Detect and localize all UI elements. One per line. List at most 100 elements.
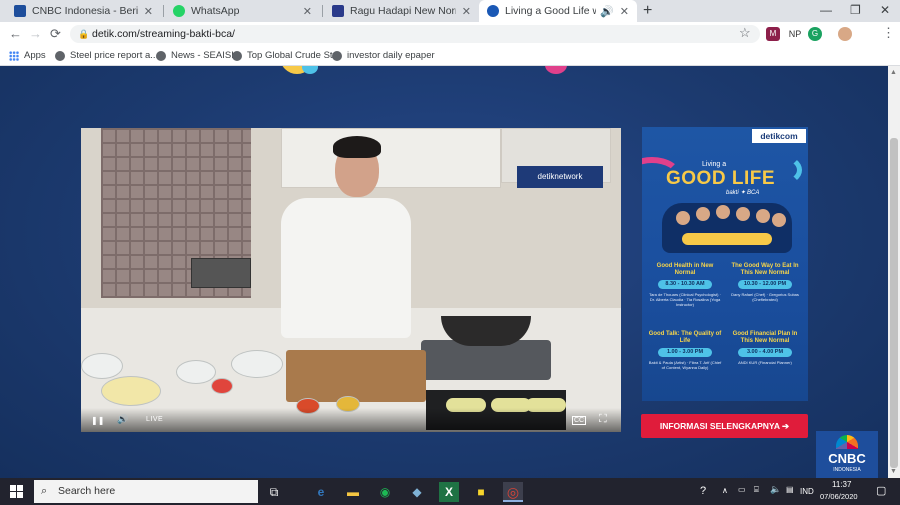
notification-icon[interactable]: ▢ xyxy=(876,484,886,497)
start-button[interactable] xyxy=(10,485,23,498)
back-button[interactable]: ← xyxy=(9,26,22,41)
cnbc-subtitle: INDONESIA xyxy=(833,467,861,473)
session-good-health: Good Health in New Normal 8.30 - 10.30 A… xyxy=(648,263,722,307)
poster-ribbon xyxy=(682,233,772,245)
extension-g-icon[interactable]: G xyxy=(808,27,822,41)
reload-button[interactable]: ⟳ xyxy=(50,26,61,42)
bookmark-label: Top Global Crude St... xyxy=(247,50,341,61)
cnbc-wordmark: CNBC xyxy=(828,451,866,466)
tab-whatsapp[interactable]: WhatsApp ✕ xyxy=(165,0,320,22)
bookmark-investor-daily[interactable]: investor daily epaper xyxy=(332,50,435,61)
web-page: detiknetwork ❚❚ 🔊 LIVE CC ⛶ detikcom Liv… xyxy=(0,66,888,478)
session-good-way-to-eat: The Good Way to Eat In This New Normal 1… xyxy=(728,263,802,302)
show-hidden-icons[interactable]: ∧ xyxy=(722,486,728,495)
volume-tray-icon[interactable]: 🔈 xyxy=(770,484,781,495)
page-scrollbar[interactable]: ▲ ▼ xyxy=(888,66,900,478)
app-icon[interactable]: ◆ xyxy=(407,482,427,502)
volume-icon[interactable]: 🔊 xyxy=(117,414,128,425)
video-scene-bowl xyxy=(211,378,233,394)
network-icon[interactable]: ⌸ xyxy=(754,485,759,495)
fullscreen-icon[interactable]: ⛶ xyxy=(599,413,607,426)
session-title: The Good Way to Eat In This New Normal xyxy=(731,263,799,276)
video-scene-chef xyxy=(281,198,411,338)
scroll-up-icon[interactable]: ▲ xyxy=(890,69,897,76)
forward-button[interactable]: → xyxy=(29,26,42,41)
clock-time[interactable]: 11:37 xyxy=(832,480,851,489)
browser-menu-icon[interactable]: ⋮ xyxy=(882,25,895,41)
video-scene-bowl xyxy=(231,350,283,378)
event-poster[interactable]: detikcom Living a GOOD LIFE bakti ✦ BCA … xyxy=(642,127,808,401)
news-favicon-icon xyxy=(332,5,344,17)
clock-date[interactable]: 07/06/2020 xyxy=(820,492,858,501)
bookmark-crude-steel[interactable]: Top Global Crude St... xyxy=(232,50,340,61)
session-speakers: Tara de Thouars (Clinical Psychologist) … xyxy=(649,292,721,307)
address-bar[interactable]: 🔒 detik.com/streaming-bakti-bca/ xyxy=(70,25,760,43)
speaker-avatar xyxy=(772,213,786,227)
speaker-avatar xyxy=(676,211,690,225)
excel-icon[interactable]: X xyxy=(439,482,459,502)
browser-toolbar: ← → ⟳ 🔒 detik.com/streaming-bakti-bca/ ☆… xyxy=(0,22,900,46)
audio-playing-icon[interactable]: 🔊 xyxy=(600,5,614,18)
bookmark-seaisi[interactable]: News - SEAISI xyxy=(156,50,234,61)
tab-strip: CNBC Indonesia - Berita Ekonom ✕ WhatsAp… xyxy=(0,0,900,22)
globe-icon xyxy=(332,50,342,61)
new-tab-button[interactable]: + xyxy=(643,2,652,20)
url-text: detik.com/streaming-bakti-bca/ xyxy=(92,28,235,40)
video-player[interactable]: detiknetwork ❚❚ 🔊 LIVE CC ⛶ xyxy=(81,128,621,432)
bookmark-steel-price[interactable]: Steel price report a... xyxy=(55,50,158,61)
video-scene-bowl xyxy=(176,360,216,384)
taskbar-search-box[interactable]: ⌕ Search here xyxy=(34,480,258,503)
display-icon[interactable]: ▤ xyxy=(786,485,794,494)
pause-icon[interactable]: ❚❚ xyxy=(91,416,104,425)
poster-speakers-photo xyxy=(662,203,792,253)
more-info-button[interactable]: INFORMASI SELENGKAPNYA ➔ xyxy=(641,414,808,438)
scrollbar-thumb[interactable] xyxy=(890,138,898,468)
apps-grid-icon xyxy=(9,50,19,61)
profile-avatar[interactable] xyxy=(838,27,852,41)
chrome-icon[interactable]: ◎ xyxy=(503,482,523,502)
close-tab-icon[interactable]: ✕ xyxy=(144,5,153,18)
windows-taskbar: ⌕ Search here ⧉ e ▬ ◉ ◆ X ■ ◎ ? ∧ ▭ ⌸ 🔈 … xyxy=(0,478,900,505)
subtitles-icon[interactable]: CC xyxy=(572,416,587,425)
video-scene-stove xyxy=(421,340,551,380)
tab-cnbc[interactable]: CNBC Indonesia - Berita Ekonom ✕ xyxy=(6,0,161,22)
video-scene-board xyxy=(286,350,426,402)
extension-m-icon[interactable]: M xyxy=(766,27,780,41)
close-tab-icon[interactable]: ✕ xyxy=(620,5,629,18)
video-scene-oven xyxy=(191,258,251,288)
bookmark-apps[interactable]: Apps xyxy=(9,50,46,61)
search-placeholder: Search here xyxy=(58,485,116,497)
language-indicator[interactable]: IND xyxy=(800,487,814,496)
live-label: LIVE xyxy=(146,416,164,423)
scroll-down-icon[interactable]: ▼ xyxy=(890,468,897,475)
bookmark-label: investor daily epaper xyxy=(347,50,435,61)
bookmark-star-icon[interactable]: ☆ xyxy=(739,25,751,41)
bookmark-label: Steel price report a... xyxy=(70,50,159,61)
edge-icon[interactable]: e xyxy=(311,482,331,502)
tab-living-good-life[interactable]: Living a Good Life with Bakti 🔊 ✕ xyxy=(479,0,637,22)
tab-title: WhatsApp xyxy=(191,5,240,17)
close-tab-icon[interactable]: ✕ xyxy=(462,5,471,18)
session-good-financial-plan: Good Financial Plan In This New Normal 3… xyxy=(728,331,802,365)
task-view-icon[interactable]: ⧉ xyxy=(264,482,284,502)
nbc-peacock-icon xyxy=(836,435,858,449)
file-explorer-icon[interactable]: ▬ xyxy=(343,482,363,502)
extension-np-icon[interactable]: NP xyxy=(786,27,804,41)
cnbc-watermark: CNBC INDONESIA xyxy=(816,431,878,478)
help-icon[interactable]: ? xyxy=(700,485,706,497)
bookmarks-bar: Apps Steel price report a... News - SEAI… xyxy=(0,46,900,66)
battery-icon[interactable]: ▭ xyxy=(738,485,746,494)
session-title: Good Talk: The Quality of Life xyxy=(648,331,722,344)
session-good-talk: Good Talk: The Quality of Life 1.00 - 3.… xyxy=(648,331,722,370)
poster-headline-small: Living a xyxy=(702,161,727,168)
close-tab-icon[interactable]: ✕ xyxy=(303,5,312,18)
session-title: Good Health in New Normal xyxy=(656,263,714,276)
sticky-notes-icon[interactable]: ■ xyxy=(471,482,491,502)
maximize-button[interactable]: ❐ xyxy=(850,3,861,17)
spotify-icon[interactable]: ◉ xyxy=(375,482,395,502)
tab-ragu[interactable]: Ragu Hadapi New Normal, Yuk Ik ✕ xyxy=(324,0,479,22)
minimize-button[interactable]: — xyxy=(820,3,832,17)
session-title: Good Financial Plan In This New Normal xyxy=(732,331,798,344)
close-window-button[interactable]: ✕ xyxy=(880,3,890,17)
video-scene-chef xyxy=(333,136,381,158)
